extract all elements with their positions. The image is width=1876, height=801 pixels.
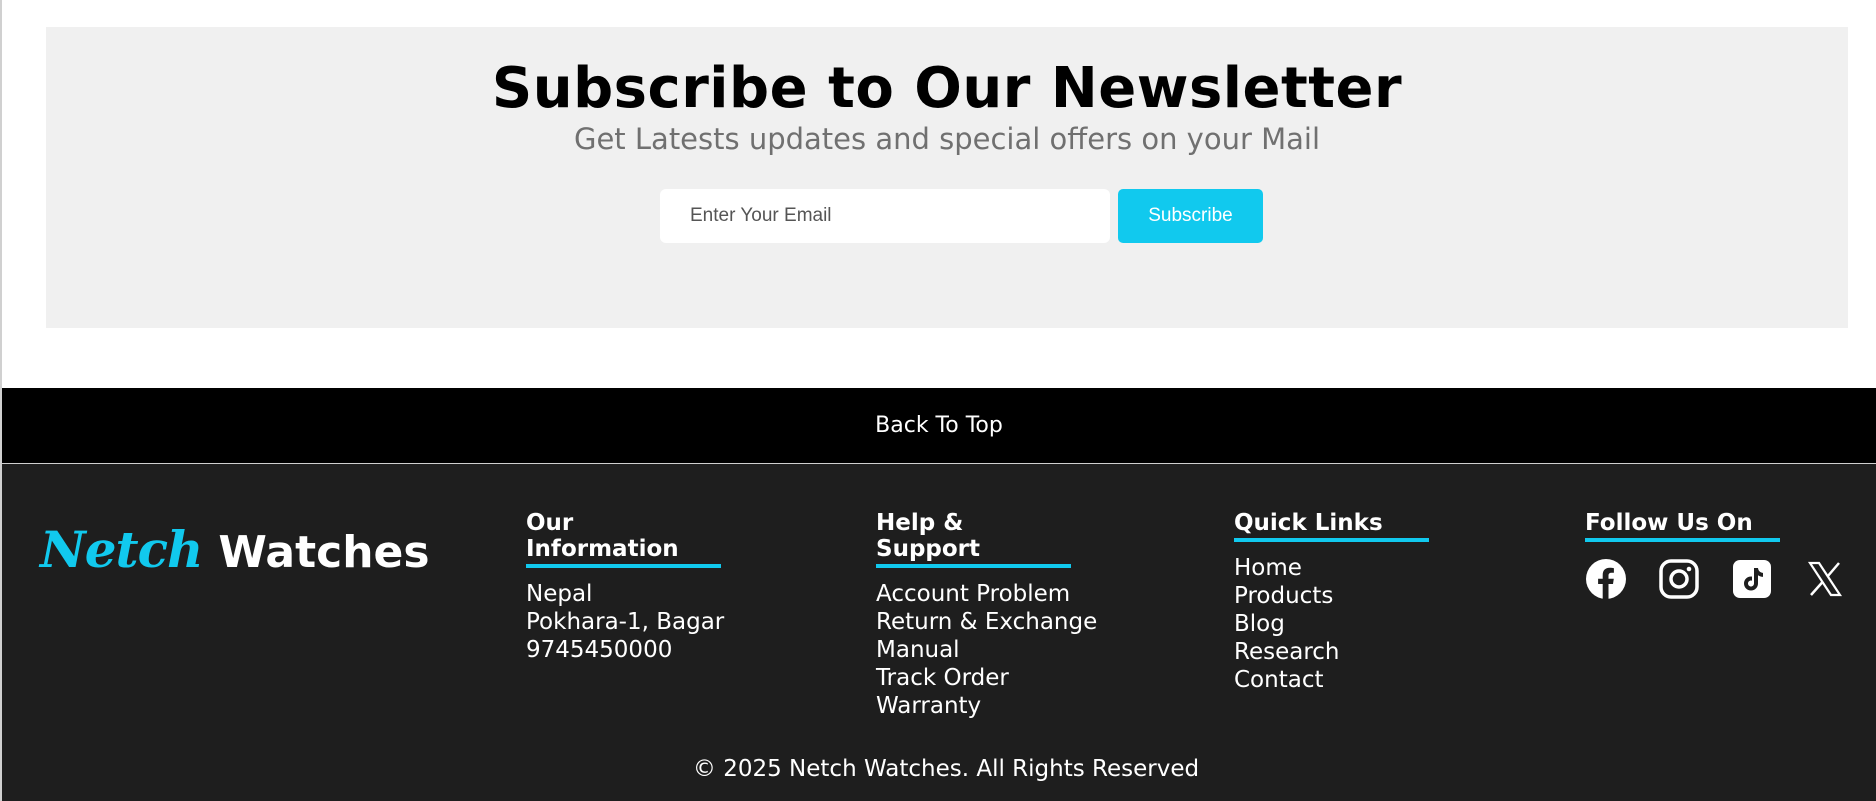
- quick-links-title: Quick Links: [1234, 510, 1429, 542]
- email-input[interactable]: [660, 189, 1110, 243]
- facebook-icon[interactable]: [1585, 558, 1627, 600]
- link-contact[interactable]: Contact: [1234, 666, 1429, 694]
- logo-script-text: Netch: [40, 520, 203, 579]
- x-icon[interactable]: [1804, 558, 1846, 600]
- quick-links-column: Quick Links Home Products Blog Research …: [1234, 510, 1429, 694]
- link-return-exchange[interactable]: Return & Exchange: [876, 608, 1097, 636]
- link-products[interactable]: Products: [1234, 582, 1429, 610]
- info-phone: 9745450000: [526, 637, 673, 663]
- link-home[interactable]: Home: [1234, 554, 1429, 582]
- subscribe-button[interactable]: Subscribe: [1118, 189, 1263, 243]
- info-address: Pokhara-1, Bagar: [526, 609, 725, 635]
- info-country: Nepal: [526, 581, 593, 607]
- footer-logo[interactable]: Netch Watches: [40, 520, 430, 579]
- copyright-text: © 2025 Netch Watches. All Rights Reserve…: [692, 756, 1200, 782]
- link-blog[interactable]: Blog: [1234, 610, 1429, 638]
- tiktok-icon[interactable]: [1731, 558, 1773, 600]
- instagram-icon[interactable]: [1658, 558, 1700, 600]
- help-support-column: Help & Support Account Problem Return & …: [876, 510, 1097, 720]
- follow-us-title: Follow Us On: [1585, 510, 1780, 542]
- site-footer: Netch Watches Our Information Nepal Pokh…: [2, 464, 1876, 801]
- follow-us-column: Follow Us On: [1585, 510, 1846, 600]
- social-links: [1585, 558, 1846, 600]
- help-support-title: Help & Support: [876, 510, 1071, 568]
- back-to-top-button[interactable]: Back To Top: [2, 388, 1876, 464]
- link-account-problem[interactable]: Account Problem: [876, 580, 1097, 608]
- link-warranty[interactable]: Warranty: [876, 692, 1097, 720]
- our-information-title: Our Information: [526, 510, 721, 568]
- newsletter-section: Subscribe to Our Newsletter Get Latests …: [46, 27, 1848, 328]
- link-research[interactable]: Research: [1234, 638, 1429, 666]
- newsletter-subtitle: Get Latests updates and special offers o…: [573, 122, 1321, 156]
- newsletter-title: Subscribe to Our Newsletter: [491, 56, 1403, 121]
- our-information-column: Our Information Nepal Pokhara-1, Bagar 9…: [526, 510, 724, 664]
- newsletter-form: Subscribe: [660, 189, 1263, 243]
- link-track-order[interactable]: Track Order: [876, 664, 1097, 692]
- logo-word-text: Watches: [218, 527, 430, 578]
- link-manual[interactable]: Manual: [876, 636, 1097, 664]
